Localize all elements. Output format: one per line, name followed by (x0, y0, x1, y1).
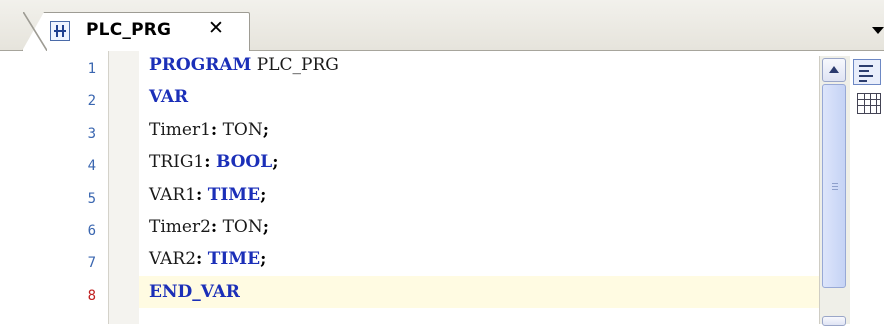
identifier-token: Timer2 (149, 217, 211, 237)
close-icon[interactable]: ✕ (208, 19, 224, 38)
line-number: 5 (87, 190, 96, 207)
tab-title[interactable]: PLC_PRG (86, 20, 171, 40)
identifier-token: TON (217, 119, 263, 140)
operator-token: ; (262, 217, 270, 237)
identifier-token: VAR1 (149, 184, 197, 205)
editor-tab-strip: PLC_PRG ✕ (0, 0, 884, 51)
code-line[interactable]: VAR2: TIME; (139, 243, 819, 275)
identifier-token: PLC_PRG (251, 55, 339, 75)
identifier-token: TON (217, 217, 263, 237)
line-number: 2 (87, 93, 96, 110)
code-line[interactable]: END_VAR (139, 275, 819, 308)
code-line[interactable]: PROGRAM PLC_PRG (139, 49, 819, 81)
keyword-token: TIME (207, 184, 261, 205)
scroll-down-button[interactable] (822, 316, 846, 326)
scroll-thumb[interactable] (822, 84, 846, 288)
identifier-token: VAR2 (149, 249, 197, 270)
line-number: 8 (87, 287, 96, 304)
keyword-token: PROGRAM (149, 55, 252, 75)
code-line[interactable]: VAR1: TIME; (139, 179, 819, 211)
identifier-token: TRIG1 (149, 152, 205, 173)
code-line[interactable]: TRIG1: BOOL; (139, 146, 819, 178)
tabular-view-icon[interactable] (857, 93, 881, 114)
keyword-token: VAR (149, 87, 189, 108)
line-number: 1 (87, 61, 96, 77)
pou-program-icon (50, 21, 70, 41)
code-editor[interactable]: PROGRAM PLC_PRG VAR Timer1: TON; TRIG1: BOO… (139, 51, 819, 324)
line-number: 7 (87, 255, 96, 272)
tab-list-dropdown-icon[interactable] (872, 27, 884, 34)
textual-view-icon[interactable] (853, 59, 881, 85)
identifier-token: Timer1 (149, 119, 211, 140)
line-number-gutter: 1 2 3 4 5 6 7 8 (0, 51, 108, 324)
line-number: 3 (87, 125, 96, 142)
tab-edge (23, 12, 47, 51)
keyword-token: END_VAR (149, 281, 240, 302)
code-line[interactable]: Timer2: TON; (139, 211, 819, 243)
line-number: 4 (87, 158, 96, 175)
scroll-up-button[interactable] (822, 58, 846, 82)
operator-token: ; (260, 249, 267, 270)
code-line[interactable]: VAR (139, 81, 819, 113)
keyword-token: TIME (207, 249, 261, 270)
keyword-token: BOOL (215, 152, 273, 173)
margin-bar (109, 51, 139, 324)
operator-token: ; (260, 184, 267, 205)
operator-token: ; (272, 152, 279, 173)
operator-token: ; (262, 119, 270, 140)
code-line[interactable]: Timer1: TON; (139, 114, 819, 146)
line-number: 6 (87, 223, 96, 239)
